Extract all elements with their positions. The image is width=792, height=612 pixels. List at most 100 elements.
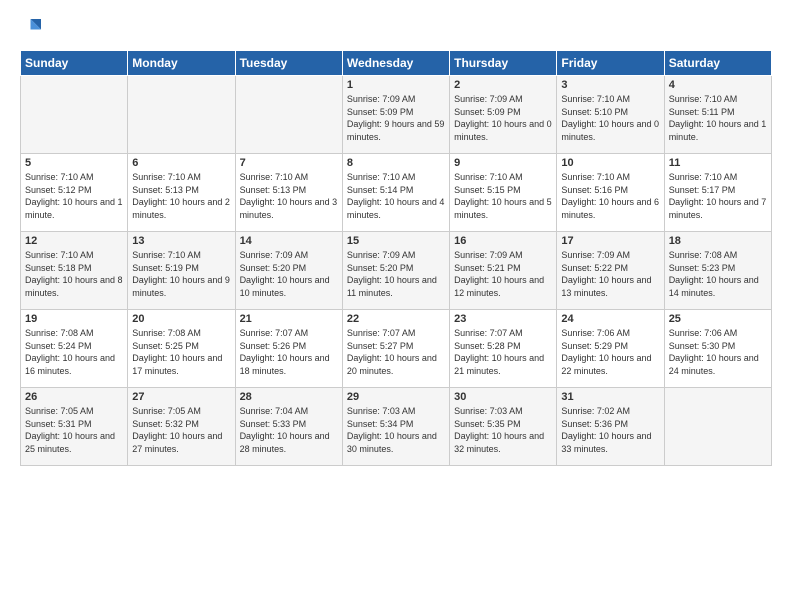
day-number: 31 [561, 391, 659, 403]
cell-info: Sunrise: 7:07 AMSunset: 5:28 PMDaylight:… [454, 327, 552, 377]
cell-info: Sunrise: 7:06 AMSunset: 5:30 PMDaylight:… [669, 327, 767, 377]
cell-5-6: 31 Sunrise: 7:02 AMSunset: 5:36 PMDayligh… [557, 388, 664, 466]
cell-info: Sunrise: 7:10 AMSunset: 5:14 PMDaylight:… [347, 171, 445, 221]
cell-2-3: 7Sunrise: 7:10 AMSunset: 5:13 PMDaylight… [235, 154, 342, 232]
day-number: 4 [669, 79, 767, 91]
day-number: 2 [454, 79, 552, 91]
logo [20, 16, 48, 40]
cell-info: Sunrise: 7:10 AMSunset: 5:16 PMDaylight:… [561, 171, 659, 221]
cell-1-6: 3Sunrise: 7:10 AMSunset: 5:10 PMDaylight… [557, 76, 664, 154]
cell-3-3: 14 Sunrise: 7:09 AMSunset: 5:20 PMDayligh… [235, 232, 342, 310]
cell-info: Sunrise: 7:09 AMSunset: 5:09 PMDaylight:… [454, 93, 552, 143]
cell-2-6: 10 Sunrise: 7:10 AMSunset: 5:16 PMDayligh… [557, 154, 664, 232]
cell-1-5: 2 Sunrise: 7:09 AMSunset: 5:09 PMDaylight… [450, 76, 557, 154]
cell-1-1 [21, 76, 128, 154]
cell-5-3: 28 Sunrise: 7:04 AMSunset: 5:33 PMDayligh… [235, 388, 342, 466]
cell-info: Sunrise: 7:02 AMSunset: 5:36 PMDaylight:… [561, 405, 659, 455]
cell-info: Sunrise: 7:06 AMSunset: 5:29 PMDaylight:… [561, 327, 659, 377]
day-number: 22 [347, 313, 445, 325]
cell-info: Sunrise: 7:05 AMSunset: 5:31 PMDaylight:… [25, 405, 123, 455]
cell-info: Sunrise: 7:08 AMSunset: 5:23 PMDaylight:… [669, 249, 767, 299]
cell-4-3: 21 Sunrise: 7:07 AMSunset: 5:26 PMDayligh… [235, 310, 342, 388]
cell-5-5: 30 Sunrise: 7:03 AMSunset: 5:35 PMDayligh… [450, 388, 557, 466]
cell-3-7: 18Sunrise: 7:08 AMSunset: 5:23 PMDayligh… [664, 232, 771, 310]
week-row-2: 5 Sunrise: 7:10 AMSunset: 5:12 PMDaylight… [21, 154, 772, 232]
cell-info: Sunrise: 7:10 AMSunset: 5:17 PMDaylight:… [669, 171, 767, 221]
cell-3-1: 12 Sunrise: 7:10 AMSunset: 5:18 PMDayligh… [21, 232, 128, 310]
day-number: 19 [25, 313, 123, 325]
day-number: 15 [347, 235, 445, 247]
cell-2-2: 6Sunrise: 7:10 AMSunset: 5:13 PMDaylight… [128, 154, 235, 232]
week-row-5: 26Sunrise: 7:05 AMSunset: 5:31 PMDayligh… [21, 388, 772, 466]
cell-info: Sunrise: 7:10 AMSunset: 5:11 PMDaylight:… [669, 93, 767, 143]
day-number: 8 [347, 157, 445, 169]
cell-2-1: 5 Sunrise: 7:10 AMSunset: 5:12 PMDaylight… [21, 154, 128, 232]
calendar-container: SundayMondayTuesdayWednesdayThursdayFrid… [0, 0, 792, 476]
day-number: 3 [561, 79, 659, 91]
cell-info: Sunrise: 7:09 AMSunset: 5:09 PMDaylight:… [347, 93, 445, 143]
cell-info: Sunrise: 7:07 AMSunset: 5:27 PMDaylight:… [347, 327, 445, 377]
cell-2-7: 11 Sunrise: 7:10 AMSunset: 5:17 PMDayligh… [664, 154, 771, 232]
logo-icon [20, 16, 44, 40]
cell-info: Sunrise: 7:08 AMSunset: 5:24 PMDaylight:… [25, 327, 123, 377]
cell-1-4: 1Sunrise: 7:09 AMSunset: 5:09 PMDaylight… [342, 76, 449, 154]
day-number: 24 [561, 313, 659, 325]
cell-4-2: 20Sunrise: 7:08 AMSunset: 5:25 PMDayligh… [128, 310, 235, 388]
day-number: 14 [240, 235, 338, 247]
cell-info: Sunrise: 7:10 AMSunset: 5:19 PMDaylight:… [132, 249, 230, 299]
cell-info: Sunrise: 7:03 AMSunset: 5:35 PMDaylight:… [454, 405, 552, 455]
cell-2-4: 8 Sunrise: 7:10 AMSunset: 5:14 PMDaylight… [342, 154, 449, 232]
header [20, 16, 772, 40]
cell-info: Sunrise: 7:05 AMSunset: 5:32 PMDaylight:… [132, 405, 230, 455]
cell-3-4: 15Sunrise: 7:09 AMSunset: 5:20 PMDayligh… [342, 232, 449, 310]
day-number: 11 [669, 157, 767, 169]
cell-4-4: 22 Sunrise: 7:07 AMSunset: 5:27 PMDayligh… [342, 310, 449, 388]
calendar-table: SundayMondayTuesdayWednesdayThursdayFrid… [20, 50, 772, 466]
day-number: 25 [669, 313, 767, 325]
day-header-thursday: Thursday [450, 51, 557, 76]
day-header-sunday: Sunday [21, 51, 128, 76]
cell-info: Sunrise: 7:09 AMSunset: 5:22 PMDaylight:… [561, 249, 659, 299]
cell-info: Sunrise: 7:07 AMSunset: 5:26 PMDaylight:… [240, 327, 338, 377]
week-row-3: 12 Sunrise: 7:10 AMSunset: 5:18 PMDayligh… [21, 232, 772, 310]
day-number: 16 [454, 235, 552, 247]
cell-5-2: 27Sunrise: 7:05 AMSunset: 5:32 PMDayligh… [128, 388, 235, 466]
week-row-4: 19 Sunrise: 7:08 AMSunset: 5:24 PMDayligh… [21, 310, 772, 388]
cell-info: Sunrise: 7:08 AMSunset: 5:25 PMDaylight:… [132, 327, 230, 377]
cell-info: Sunrise: 7:04 AMSunset: 5:33 PMDaylight:… [240, 405, 338, 455]
cell-1-2 [128, 76, 235, 154]
day-number: 12 [25, 235, 123, 247]
day-header-monday: Monday [128, 51, 235, 76]
cell-info: Sunrise: 7:03 AMSunset: 5:34 PMDaylight:… [347, 405, 445, 455]
day-number: 28 [240, 391, 338, 403]
cell-info: Sunrise: 7:10 AMSunset: 5:12 PMDaylight:… [25, 171, 123, 221]
day-header-tuesday: Tuesday [235, 51, 342, 76]
cell-4-1: 19 Sunrise: 7:08 AMSunset: 5:24 PMDayligh… [21, 310, 128, 388]
day-number: 21 [240, 313, 338, 325]
day-header-saturday: Saturday [664, 51, 771, 76]
day-header-friday: Friday [557, 51, 664, 76]
cell-4-5: 23 Sunrise: 7:07 AMSunset: 5:28 PMDayligh… [450, 310, 557, 388]
day-number: 9 [454, 157, 552, 169]
week-row-1: 1Sunrise: 7:09 AMSunset: 5:09 PMDaylight… [21, 76, 772, 154]
cell-4-7: 25 Sunrise: 7:06 AMSunset: 5:30 PMDayligh… [664, 310, 771, 388]
cell-4-6: 24 Sunrise: 7:06 AMSunset: 5:29 PMDayligh… [557, 310, 664, 388]
day-number: 5 [25, 157, 123, 169]
day-number: 23 [454, 313, 552, 325]
day-number: 29 [347, 391, 445, 403]
days-header-row: SundayMondayTuesdayWednesdayThursdayFrid… [21, 51, 772, 76]
cell-5-7 [664, 388, 771, 466]
cell-3-2: 13 Sunrise: 7:10 AMSunset: 5:19 PMDayligh… [128, 232, 235, 310]
day-number: 17 [561, 235, 659, 247]
day-number: 30 [454, 391, 552, 403]
day-number: 13 [132, 235, 230, 247]
cell-info: Sunrise: 7:10 AMSunset: 5:18 PMDaylight:… [25, 249, 123, 299]
cell-1-7: 4 Sunrise: 7:10 AMSunset: 5:11 PMDaylight… [664, 76, 771, 154]
cell-info: Sunrise: 7:09 AMSunset: 5:21 PMDaylight:… [454, 249, 552, 299]
day-number: 10 [561, 157, 659, 169]
cell-2-5: 9Sunrise: 7:10 AMSunset: 5:15 PMDaylight… [450, 154, 557, 232]
day-header-wednesday: Wednesday [342, 51, 449, 76]
cell-5-1: 26Sunrise: 7:05 AMSunset: 5:31 PMDayligh… [21, 388, 128, 466]
cell-info: Sunrise: 7:09 AMSunset: 5:20 PMDaylight:… [240, 249, 338, 299]
cell-3-6: 17 Sunrise: 7:09 AMSunset: 5:22 PMDayligh… [557, 232, 664, 310]
